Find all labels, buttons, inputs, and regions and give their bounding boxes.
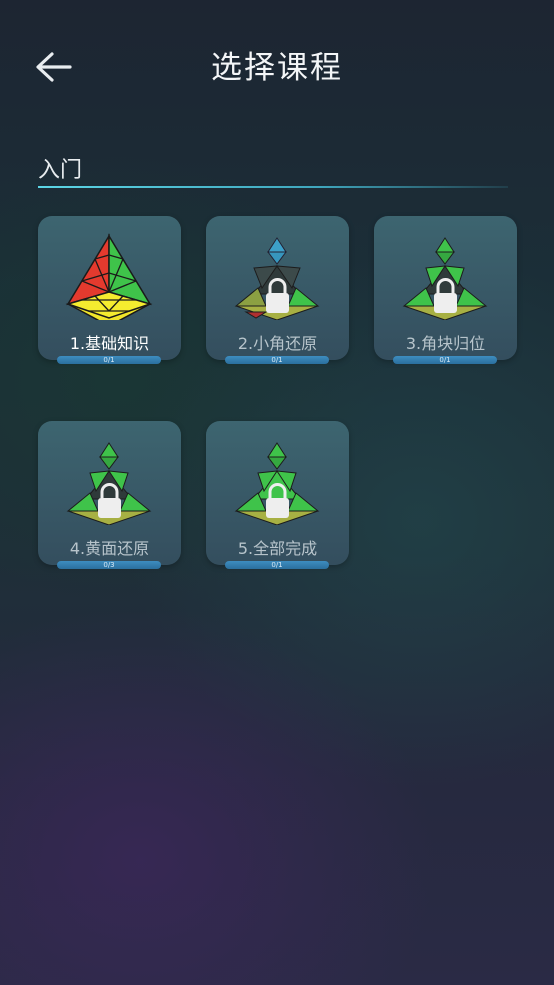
progress-text: 0/1 (439, 356, 451, 364)
page-title: 选择课程 (211, 50, 343, 86)
pyraminx-solved-icon (65, 233, 153, 320)
progress-bar: 0/3 (57, 561, 161, 569)
course-card-2[interactable]: 2.小角还原 (206, 216, 349, 360)
progress-bar: 0/1 (57, 356, 161, 364)
pyraminx-locked-icon (402, 237, 488, 320)
section-label: 入门 (38, 158, 83, 183)
course-label: 5.全部完成 (237, 539, 318, 558)
pyraminx-locked-icon (234, 237, 320, 320)
pyraminx-locked-icon (66, 442, 152, 525)
progress-text: 0/1 (271, 356, 283, 364)
progress-text: 0/1 (271, 561, 283, 569)
progress-bar: 0/1 (225, 356, 329, 364)
progress-bar: 0/1 (225, 561, 329, 569)
lock-icon (98, 498, 121, 518)
progress-text: 0/3 (103, 561, 115, 569)
progress-text: 0/1 (103, 356, 115, 364)
lock-icon (434, 293, 457, 313)
course-card-5[interactable]: 5.全部完成 (206, 421, 349, 565)
course-card-4[interactable]: 4.黄面还原 (38, 421, 181, 565)
course-card-3[interactable]: 3.角块归位 (374, 216, 517, 360)
course-label: 4.黄面还原 (69, 539, 150, 558)
header: 选择课程 (0, 0, 554, 130)
pyraminx-locked-icon (234, 442, 320, 525)
progress-bar: 0/1 (393, 356, 497, 364)
course-label: 3.角块归位 (405, 334, 486, 353)
lock-icon (266, 498, 289, 518)
course-label: 2.小角还原 (237, 334, 318, 353)
course-card-1[interactable]: 1.基础知识 (38, 216, 181, 360)
lock-icon (266, 293, 289, 313)
course-label: 1.基础知识 (69, 334, 150, 353)
section-divider (38, 186, 508, 188)
